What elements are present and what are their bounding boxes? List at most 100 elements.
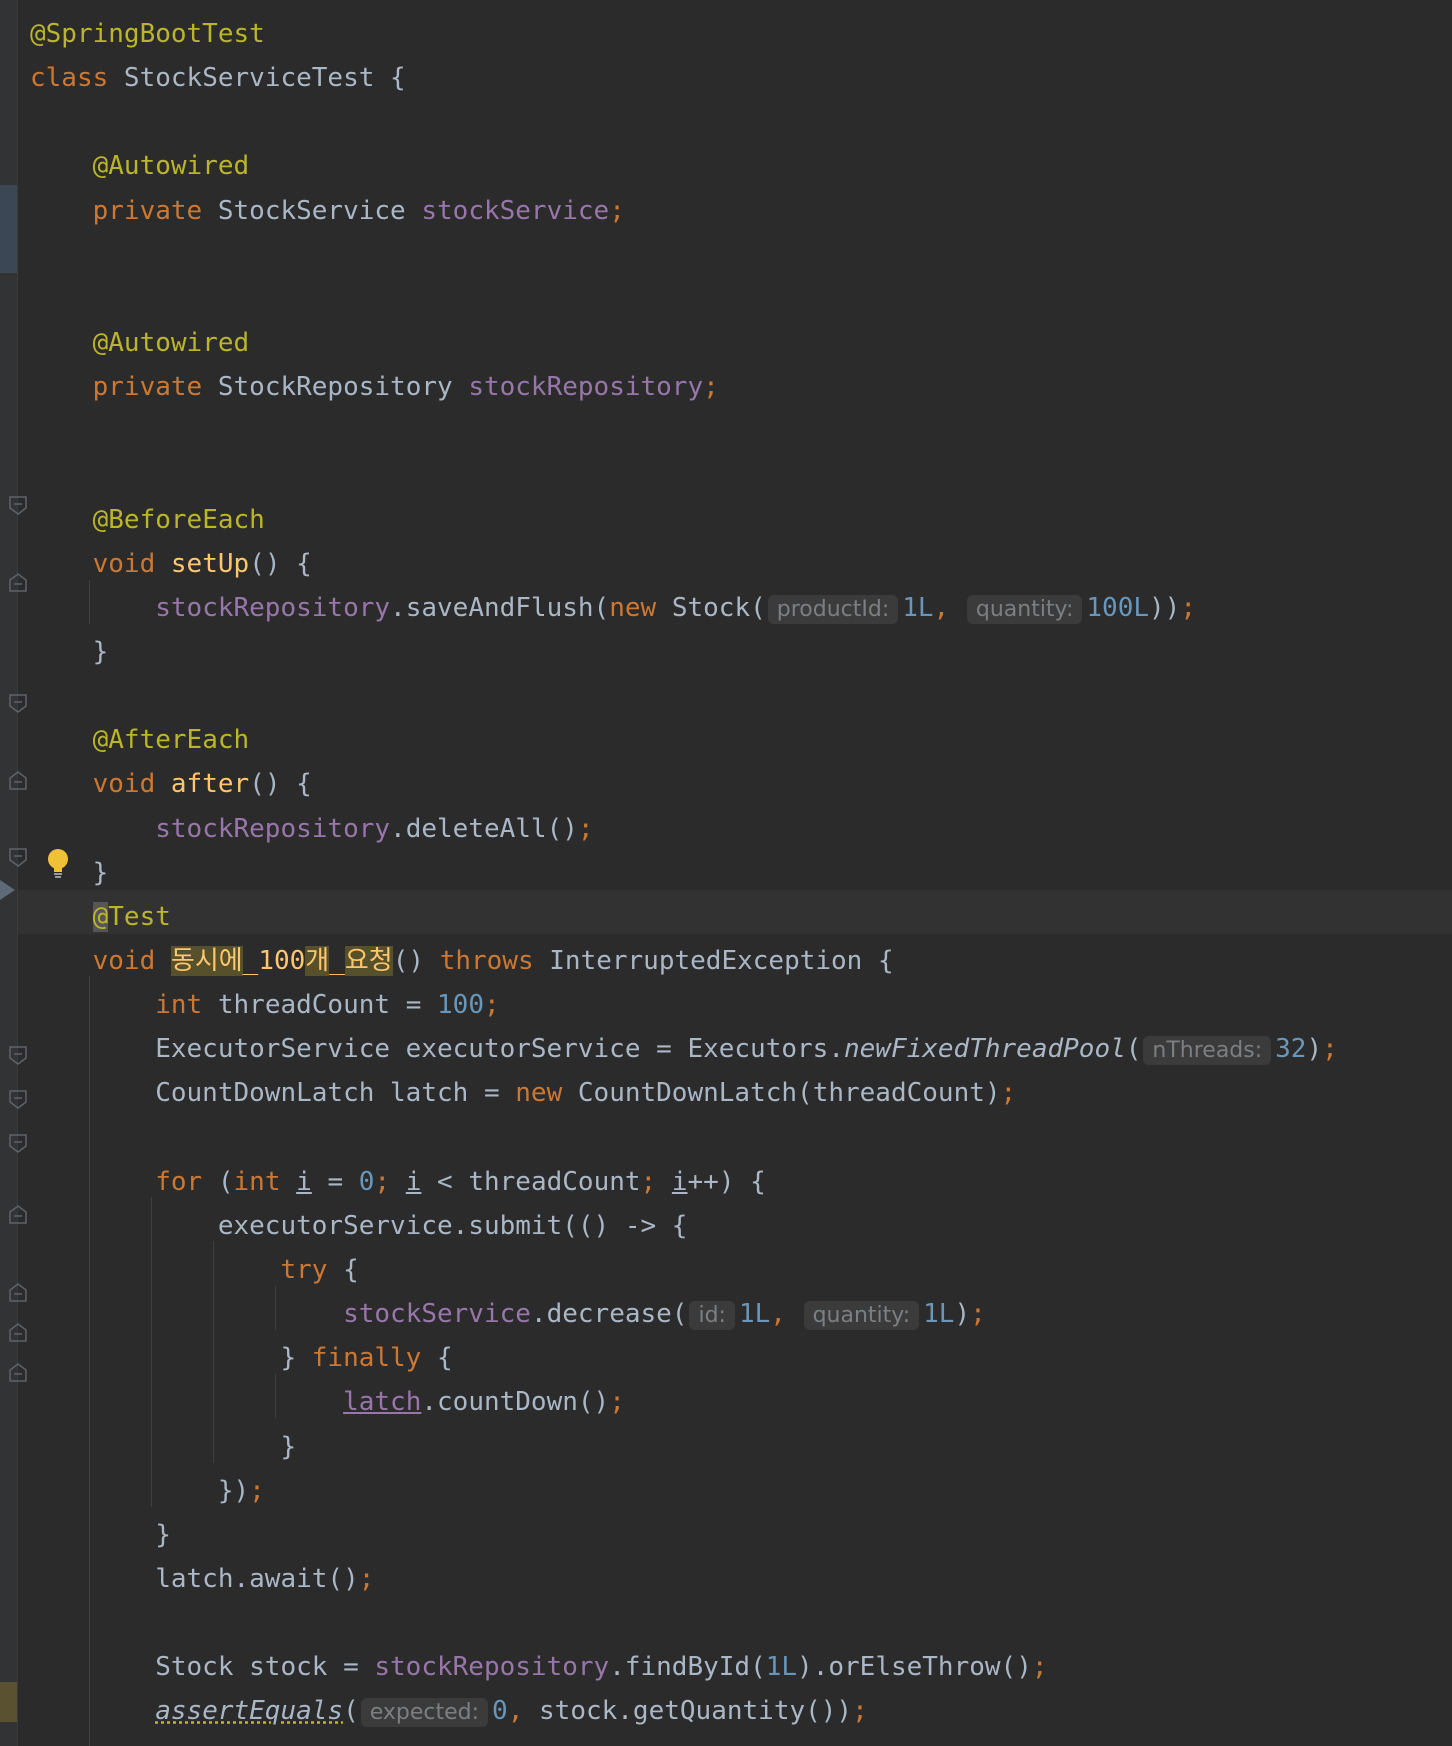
code-line[interactable]: stockService.decrease(id: 1L, quantity: 1L… (30, 1292, 1338, 1336)
code-token: InterruptedException { (533, 945, 894, 976)
code-line[interactable]: @Autowired (30, 321, 1338, 365)
code-line[interactable]: try { (30, 1248, 1338, 1292)
code-line[interactable]: @BeforeEach (30, 498, 1338, 542)
change-marker[interactable] (0, 1682, 17, 1722)
fold-end-icon[interactable] (9, 1204, 27, 1224)
fold-end-icon[interactable] (9, 572, 27, 592)
code-token: int (155, 990, 203, 1021)
code-line[interactable]: } finally { (30, 1336, 1338, 1380)
code-token: ( (202, 1166, 234, 1197)
code-line[interactable]: ExecutorService executorService = Execut… (30, 1027, 1338, 1071)
code-line[interactable]: void 동시에_100개_요청() throws InterruptedExc… (30, 939, 1338, 983)
code-token: 0 (358, 1166, 375, 1197)
code-line[interactable]: CountDownLatch latch = new CountDownLatc… (30, 1071, 1338, 1115)
code-token: } (30, 1343, 312, 1374)
code-token: ; (640, 1166, 672, 1197)
code-editor[interactable]: @SpringBootTest class StockServiceTest { … (30, 12, 1338, 1733)
fold-end-icon[interactable] (9, 770, 27, 790)
code-token: ( (1125, 1034, 1142, 1065)
code-token: @BeforeEach (92, 504, 265, 535)
code-line[interactable] (30, 1116, 1338, 1160)
code-line[interactable]: executorService.submit(() -> { (30, 1204, 1338, 1248)
code-token: }) (30, 1475, 250, 1506)
code-token: 1L (923, 1299, 955, 1330)
code-line[interactable] (30, 674, 1338, 718)
fold-end-icon[interactable] (9, 1322, 27, 1342)
code-line[interactable]: } (30, 851, 1338, 895)
code-line[interactable]: assertEquals(expected: 0, stock.getQuanti… (30, 1689, 1338, 1733)
code-line[interactable]: @AfterEach (30, 718, 1338, 762)
code-line[interactable]: int threadCount = 100; (30, 983, 1338, 1027)
code-token: .decrease( (530, 1299, 688, 1330)
code-line[interactable]: for (int i = 0; i < threadCount; i++) { (30, 1160, 1338, 1204)
code-line[interactable] (30, 233, 1338, 277)
fold-start-icon[interactable] (9, 848, 27, 868)
code-line[interactable]: private StockRepository stockRepository; (30, 365, 1338, 409)
code-token: 동시에 (170, 945, 243, 976)
code-token: 100L (1086, 592, 1150, 623)
code-line[interactable]: void after() { (30, 762, 1338, 806)
code-token: } (30, 1431, 297, 1462)
run-test-icon[interactable] (0, 880, 16, 904)
code-token: ; (970, 1299, 986, 1330)
code-token: ).orElseThrow() (797, 1652, 1032, 1683)
code-token: .findById( (609, 1652, 766, 1683)
code-line[interactable] (30, 453, 1338, 497)
code-line[interactable]: void setUp() { (30, 542, 1338, 586)
code-token: ) (1306, 1034, 1323, 1065)
fold-start-icon[interactable] (9, 1090, 27, 1110)
code-line[interactable]: stockRepository.deleteAll(); (30, 807, 1338, 851)
code-token: ; (358, 1563, 375, 1594)
code-line[interactable]: @SpringBootTest (30, 12, 1338, 56)
code-line[interactable]: } (30, 1425, 1338, 1469)
change-marker[interactable] (0, 185, 17, 273)
code-token: } (30, 1519, 171, 1550)
code-token: new (609, 592, 657, 623)
fold-end-icon[interactable] (9, 1282, 27, 1302)
code-line[interactable]: latch.countDown(); (30, 1380, 1338, 1424)
code-line[interactable] (30, 409, 1338, 453)
code-line[interactable] (30, 100, 1338, 144)
fold-start-icon[interactable] (9, 694, 27, 714)
code-line[interactable]: latch.await(); (30, 1557, 1338, 1601)
fold-end-icon[interactable] (9, 1362, 27, 1382)
code-token: stockRepository (374, 1652, 610, 1683)
code-token: = (311, 1166, 359, 1197)
code-line[interactable]: @Test (30, 895, 1338, 939)
code-line[interactable]: @Autowired (30, 144, 1338, 188)
code-token: ; (609, 195, 625, 226)
code-token: } (30, 857, 109, 888)
code-line[interactable]: private StockService stockService; (30, 189, 1338, 233)
code-line[interactable]: class StockServiceTest { (30, 56, 1338, 100)
code-line[interactable] (30, 277, 1338, 321)
code-line[interactable] (30, 1601, 1338, 1645)
code-token: void (92, 548, 156, 579)
fold-start-icon[interactable] (9, 1134, 27, 1154)
code-token: () (392, 945, 440, 976)
code-token: , (933, 592, 965, 623)
code-token: try (280, 1254, 328, 1285)
code-line[interactable]: } (30, 630, 1338, 674)
code-token: Test (108, 901, 171, 932)
fold-start-icon[interactable] (9, 496, 27, 516)
code-token: threadCount = (202, 990, 438, 1021)
code-token: < threadCount (421, 1166, 641, 1197)
code-line[interactable]: } (30, 1513, 1338, 1557)
code-token: ++) { (687, 1166, 766, 1197)
code-token: assertEquals (155, 1696, 344, 1727)
code-token: ; (1180, 592, 1196, 623)
code-token: @AfterEach (92, 725, 250, 756)
code-line[interactable]: stockRepository.saveAndFlush(new Stock(p… (30, 586, 1338, 630)
fold-start-icon[interactable] (9, 1046, 27, 1066)
code-token: ; (1031, 1652, 1048, 1683)
code-line[interactable]: Stock stock = stockRepository.findById(1… (30, 1645, 1338, 1689)
code-line[interactable]: }); (30, 1469, 1338, 1513)
